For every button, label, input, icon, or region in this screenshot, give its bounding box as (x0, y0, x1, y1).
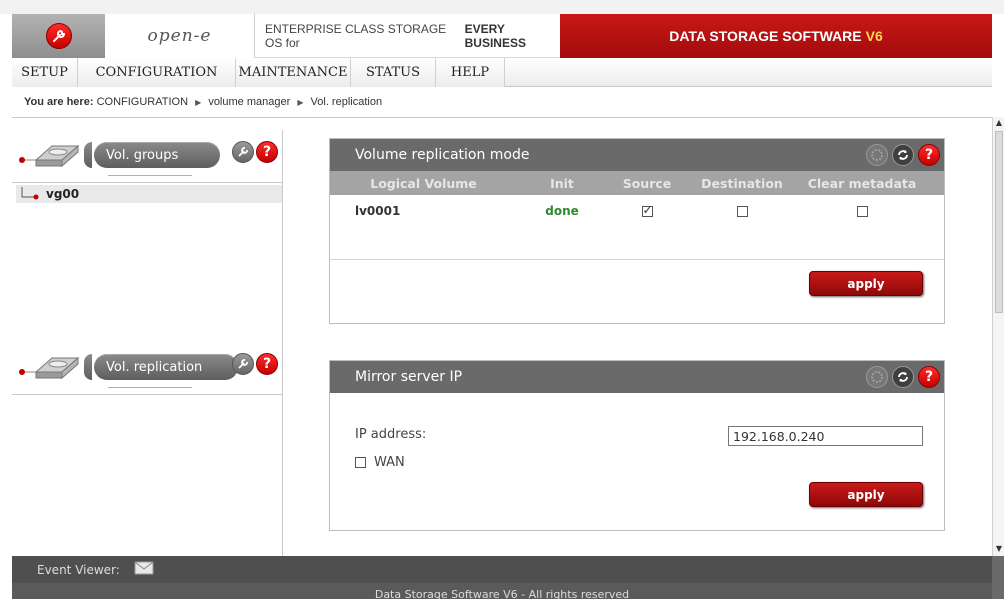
settings-icon[interactable] (866, 144, 888, 166)
event-viewer-label: Event Viewer: (37, 562, 120, 577)
settings-icon[interactable] (866, 366, 888, 388)
mirror-server-panel: Mirror server IP ? IP address: WAN apply (329, 360, 945, 531)
product-name: DATA STORAGE SOFTWARE (669, 28, 862, 44)
help-icon[interactable]: ? (918, 144, 940, 166)
wan-checkbox[interactable] (355, 457, 366, 468)
init-status: done (545, 204, 579, 218)
envelope-icon[interactable] (134, 561, 154, 578)
column-header: Logical Volume (370, 175, 477, 191)
top-strip (0, 0, 1004, 14)
column-header: Destination (701, 175, 783, 191)
column-header: Init (550, 175, 574, 191)
pill-decoration (84, 142, 92, 168)
hard-disk-icon (18, 350, 82, 387)
scroll-thumb[interactable] (995, 131, 1003, 313)
clear-metadata-checkbox[interactable] (856, 206, 868, 217)
column-header: Source (622, 175, 672, 191)
event-viewer-bar: Event Viewer: (12, 556, 992, 583)
copyright-text: Data Storage Software V6 - All rights re… (374, 588, 630, 599)
breadcrumb: You are here: CONFIGURATION ▶ volume man… (24, 96, 382, 108)
tree-item-label: vg00 (46, 187, 80, 201)
menu-configuration[interactable]: CONFIGURATION (78, 58, 236, 87)
scroll-down-icon[interactable]: ▼ (995, 545, 1003, 553)
product-version: V6 (865, 28, 883, 44)
wan-label: WAN (374, 455, 405, 470)
product-banner: DATA STORAGE SOFTWARE V6 (560, 14, 992, 58)
brand-logo: open-e (105, 14, 255, 58)
vertical-scrollbar[interactable]: ▲ ▼ (992, 117, 1004, 556)
pill-decoration (84, 354, 92, 380)
tagline-prefix: ENTERPRISE CLASS STORAGE OS for (265, 22, 447, 50)
main-menu: SETUP CONFIGURATION MAINTENANCE STATUS H… (12, 58, 992, 87)
ip-address-input[interactable] (728, 426, 923, 446)
help-icon[interactable]: ? (918, 366, 940, 388)
apply-button[interactable]: apply (809, 271, 923, 296)
table-header: Logical Volume Init Source Destination C… (330, 171, 944, 195)
wrench-icon[interactable] (232, 353, 254, 375)
ip-address-label: IP address: (355, 427, 427, 442)
scroll-up-icon[interactable]: ▲ (995, 119, 1003, 127)
volume-name: lv0001 (355, 204, 401, 218)
menu-setup[interactable]: SETUP (12, 58, 78, 87)
vol-replication-header: Vol. replication ? (12, 342, 283, 395)
panel-tools: ? (866, 144, 940, 166)
left-sidebar: Vol. groups ? vg00 Vol. replication ? (12, 130, 283, 556)
wrench-icon[interactable] (232, 141, 254, 163)
wrench-logo-icon (45, 23, 72, 49)
divider (12, 387, 283, 395)
logo[interactable] (12, 14, 105, 58)
table-row: lv0001 done (330, 195, 944, 227)
menu-status[interactable]: STATUS (351, 58, 436, 87)
hard-disk-icon (18, 138, 82, 175)
menu-maintenance[interactable]: MAINTENANCE (236, 58, 351, 87)
breadcrumb-item[interactable]: volume manager (208, 96, 290, 108)
menu-help[interactable]: HELP (436, 58, 505, 87)
vol-groups-header: Vol. groups ? (12, 130, 283, 183)
vol-groups-tools: ? (232, 141, 278, 163)
apply-button[interactable]: apply (809, 482, 923, 507)
panel-tools: ? (866, 366, 940, 388)
copyright-bar: Data Storage Software V6 - All rights re… (12, 583, 992, 599)
breadcrumb-prefix: You are here: (24, 96, 94, 108)
replication-mode-panel: Volume replication mode ? Logical Volume… (329, 138, 945, 324)
breadcrumb-arrow-icon: ▶ (195, 98, 202, 107)
wan-option: WAN (355, 455, 405, 470)
panel-title-text: Volume replication mode (355, 147, 530, 163)
source-checkbox[interactable] (641, 203, 653, 217)
vol-groups-title: Vol. groups (94, 142, 220, 168)
panel-title-text: Mirror server IP (355, 369, 463, 385)
tagline-bold: EVERY BUSINESS (464, 22, 526, 50)
panel-title: Volume replication mode ? (330, 139, 944, 171)
vol-replication-title: Vol. replication (94, 354, 238, 380)
app-header: open-e ENTERPRISE CLASS STORAGE OS for E… (12, 14, 992, 58)
divider (12, 175, 283, 183)
tagline: ENTERPRISE CLASS STORAGE OS for EVERY BU… (255, 14, 560, 58)
footer-corner (992, 556, 1004, 599)
column-header: Clear metadata (807, 175, 917, 191)
menu-filler (505, 58, 992, 86)
divider (330, 259, 944, 260)
tree-branch-icon (21, 187, 39, 200)
breadcrumb-item[interactable]: CONFIGURATION (97, 96, 188, 108)
help-icon[interactable]: ? (256, 353, 278, 375)
refresh-icon[interactable] (892, 366, 914, 388)
tree-item-vg00[interactable]: vg00 (16, 185, 282, 203)
panel-title: Mirror server IP ? (330, 361, 944, 393)
brand-name: open-e (147, 26, 212, 46)
vol-replication-tools: ? (232, 353, 278, 375)
refresh-icon[interactable] (892, 144, 914, 166)
help-icon[interactable]: ? (256, 141, 278, 163)
breadcrumb-arrow-icon: ▶ (297, 98, 304, 107)
breadcrumb-item: Vol. replication (310, 96, 383, 108)
destination-checkbox[interactable] (736, 206, 748, 217)
